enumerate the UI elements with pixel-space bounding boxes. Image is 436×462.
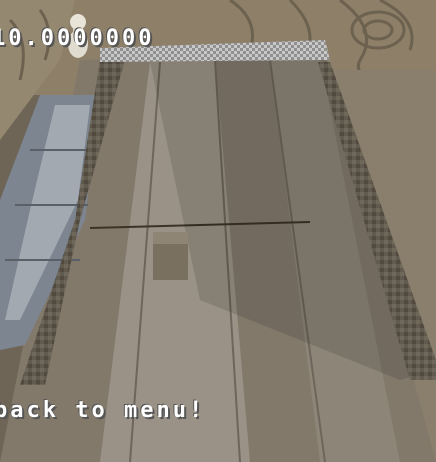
score-display: 10.0000000 [0,26,155,51]
game-scene [0,0,436,462]
back-to-menu-button[interactable]: back to menu! [0,398,205,423]
lane-block [153,232,188,280]
